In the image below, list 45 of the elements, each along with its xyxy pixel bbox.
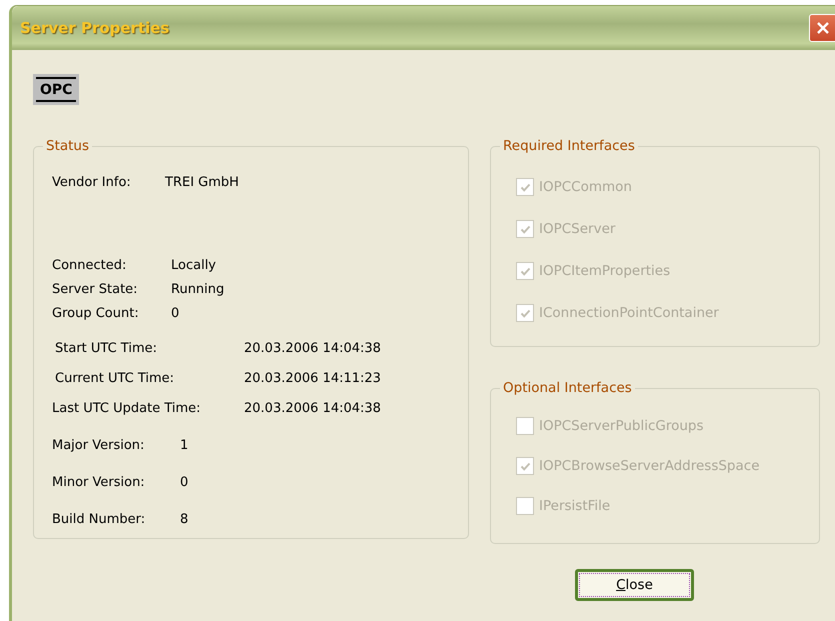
checkbox-label: IOPCServer	[539, 221, 616, 237]
field-label: Group Count:	[52, 305, 140, 323]
field-value: 1	[180, 437, 188, 455]
close-button[interactable]: Close	[575, 569, 694, 601]
field-label: Last UTC Update Time:	[52, 400, 202, 418]
field-value: 8	[180, 511, 188, 529]
field-label: Vendor Info:	[52, 174, 132, 192]
checkbox[interactable]	[516, 304, 534, 322]
check-icon	[520, 308, 530, 318]
field-value: Running	[171, 281, 224, 299]
checkbox-label: IOPCCommon	[539, 179, 632, 195]
checkbox[interactable]	[516, 497, 534, 515]
checkbox[interactable]	[516, 178, 534, 196]
check-icon	[520, 266, 530, 276]
checkbox[interactable]	[516, 457, 534, 475]
opc-logo: OPC	[36, 77, 76, 102]
group-title: Required Interfaces	[500, 138, 638, 154]
field-label: Minor Version:	[52, 474, 146, 492]
window-title: Server Properties	[19, 19, 170, 37]
field-label: Start UTC Time:	[54, 340, 158, 358]
group-title: Optional Interfaces	[500, 380, 635, 396]
checkbox-label: IOPCItemProperties	[539, 263, 670, 279]
field-value: Locally	[171, 257, 216, 275]
field-value: 20.03.2006 14:04:38	[244, 400, 381, 418]
checkbox-label: IOPCServerPublicGroups	[539, 418, 704, 434]
check-icon	[520, 460, 530, 472]
field-label: Major Version:	[52, 437, 146, 455]
field-value: 0	[180, 474, 188, 492]
field-value: 0	[171, 305, 180, 323]
checkbox-label: IOPCBrowseServerAddressSpace	[539, 458, 760, 474]
close-icon[interactable]	[809, 14, 835, 42]
checkbox[interactable]	[516, 417, 534, 435]
check-icon	[520, 224, 530, 234]
check-icon	[520, 182, 530, 192]
field-value: 20.03.2006 14:04:38	[244, 340, 381, 358]
checkbox-label: IConnectionPointContainer	[539, 305, 719, 321]
checkbox-label: IPersistFile	[539, 498, 610, 514]
field-label: Current UTC Time:	[54, 370, 176, 388]
field-value: TREI GmbH	[165, 174, 239, 192]
checkbox[interactable]	[516, 262, 534, 280]
checkbox[interactable]	[516, 220, 534, 238]
field-label: Build Number:	[52, 511, 146, 529]
field-label: Connected:	[52, 257, 128, 275]
field-value: 20.03.2006 14:11:23	[244, 370, 381, 388]
field-label: Server State:	[52, 281, 139, 299]
